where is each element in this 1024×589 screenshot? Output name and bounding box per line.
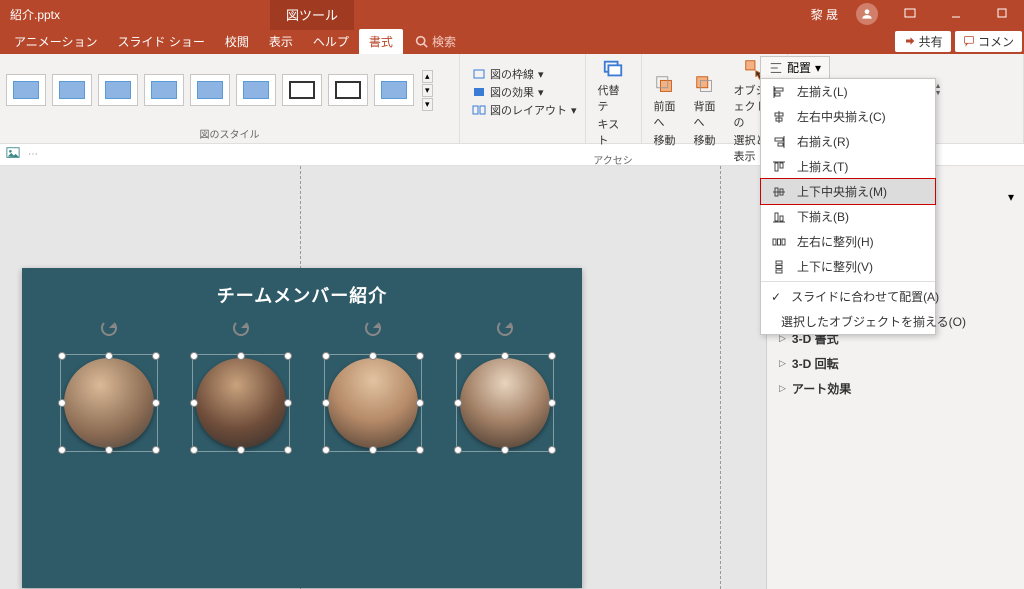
picture-style-thumb[interactable]: [374, 74, 414, 106]
tab-animation[interactable]: アニメーション: [4, 29, 108, 54]
picture-style-thumb[interactable]: [6, 74, 46, 106]
menu-align-bottom[interactable]: 下揃え(B): [761, 204, 935, 229]
bring-forward-icon: [654, 74, 676, 96]
minimize-button[interactable]: [942, 7, 970, 22]
send-backward-icon: [694, 74, 716, 96]
format-item-3d-rotation[interactable]: ▷3-D 回転: [767, 351, 1024, 376]
rotate-handle[interactable]: [101, 320, 117, 336]
menu-align-top[interactable]: 上揃え(T): [761, 154, 935, 179]
menu-distribute-h[interactable]: 左右に整列(H): [761, 229, 935, 254]
menu-distribute-v[interactable]: 上下に整列(V): [761, 254, 935, 279]
tab-format[interactable]: 書式: [359, 29, 403, 54]
distribute-v-icon: [771, 259, 787, 275]
rotate-handle[interactable]: [365, 320, 381, 336]
picture-style-thumb[interactable]: [236, 74, 276, 106]
align-menu: 左揃え(L) 左右中央揃え(C) 右揃え(R) 上揃え(T) 上下中央揃え(M)…: [760, 78, 936, 335]
send-backward-button[interactable]: 背面へ移動: [688, 72, 722, 150]
menu-align-left[interactable]: 左揃え(L): [761, 79, 935, 104]
align-right-icon: [771, 134, 787, 150]
rotate-handle[interactable]: [497, 320, 513, 336]
align-top-icon: [771, 159, 787, 175]
align-center-h-icon: [771, 109, 787, 125]
collapse-pane-button[interactable]: ▾: [1008, 190, 1014, 204]
gallery-down-button[interactable]: ▾: [422, 84, 433, 97]
comment-button[interactable]: コメン: [955, 31, 1022, 52]
align-icon: [769, 61, 783, 75]
title-bar: 紹介.pptx 図ツール 黎 晟: [0, 0, 1024, 28]
picture-style-thumb[interactable]: [328, 74, 368, 106]
distribute-h-icon: [771, 234, 787, 250]
format-item-artistic[interactable]: ▷アート効果: [767, 376, 1024, 401]
ribbon-display-button[interactable]: [896, 6, 924, 23]
selected-picture[interactable]: [318, 348, 428, 458]
align-middle-icon: [771, 184, 787, 200]
alt-text-icon: [602, 58, 624, 80]
align-dropdown-button[interactable]: 配置 ▾: [760, 56, 830, 79]
align-bottom-icon: [771, 209, 787, 225]
group-picture-style-options: 図の枠線 ▾ 図の効果 ▾ 図のレイアウト ▾: [460, 54, 586, 143]
overflow-button[interactable]: ⋯: [28, 149, 38, 160]
guide-line: [720, 166, 721, 589]
picture-icon: [6, 146, 20, 160]
selected-picture[interactable]: [186, 348, 296, 458]
selected-picture[interactable]: [54, 348, 164, 458]
contextual-tab-label: 図ツール: [270, 0, 354, 30]
ribbon-tabs: アニメーション スライド ショー 校閲 表示 ヘルプ 書式 検索 共有 コメン: [0, 28, 1024, 54]
slide-canvas[interactable]: チームメンバー紹介: [0, 166, 766, 589]
picture-style-thumb[interactable]: [52, 74, 92, 106]
menu-align-center-h[interactable]: 左右中央揃え(C): [761, 104, 935, 129]
layout-icon: [472, 103, 486, 117]
share-icon: [903, 35, 915, 47]
comment-icon: [963, 35, 975, 47]
align-left-icon: [771, 84, 787, 100]
group-picture-styles: ▴▾▾ 図のスタイル: [0, 54, 460, 143]
gallery-more-button[interactable]: ▾: [422, 98, 433, 111]
slide[interactable]: チームメンバー紹介: [22, 268, 582, 588]
selected-picture[interactable]: [450, 348, 560, 458]
picture-style-thumb[interactable]: [144, 74, 184, 106]
bring-forward-button[interactable]: 前面へ移動: [648, 72, 682, 150]
tab-review[interactable]: 校閲: [215, 29, 259, 54]
picture-border-button[interactable]: 図の枠線 ▾: [470, 65, 579, 83]
effects-icon: [472, 85, 486, 99]
share-button[interactable]: 共有: [895, 31, 950, 52]
user-name: 黎 晟: [811, 6, 838, 23]
border-icon: [472, 67, 486, 81]
tab-view[interactable]: 表示: [259, 29, 303, 54]
menu-align-to-slide[interactable]: ✓スライドに合わせて配置(A): [761, 284, 935, 309]
tab-slideshow[interactable]: スライド ショー: [108, 29, 215, 54]
menu-align-middle[interactable]: 上下中央揃え(M): [760, 178, 936, 205]
picture-layout-button[interactable]: 図のレイアウト ▾: [470, 101, 579, 119]
picture-style-thumb[interactable]: [282, 74, 322, 106]
tab-help[interactable]: ヘルプ: [303, 29, 359, 54]
search-icon: [415, 35, 428, 48]
group-accessibility: 代替テキスト アクセシビリ…: [586, 54, 642, 143]
alt-text-button[interactable]: 代替テキスト: [592, 56, 635, 150]
picture-style-thumb[interactable]: [98, 74, 138, 106]
user-avatar-icon[interactable]: [856, 3, 878, 25]
file-name: 紹介.pptx: [0, 6, 70, 23]
picture-style-thumb[interactable]: [190, 74, 230, 106]
menu-align-selected[interactable]: 選択したオブジェクトを揃える(O): [761, 309, 935, 334]
picture-effects-button[interactable]: 図の効果 ▾: [470, 83, 579, 101]
search-box[interactable]: 検索: [415, 33, 456, 50]
gallery-up-button[interactable]: ▴: [422, 70, 433, 83]
rotate-handle[interactable]: [233, 320, 249, 336]
slide-title[interactable]: チームメンバー紹介: [22, 268, 582, 308]
menu-align-right[interactable]: 右揃え(R): [761, 129, 935, 154]
maximize-button[interactable]: [988, 7, 1016, 22]
reset-picture-button[interactable]: [6, 146, 20, 163]
